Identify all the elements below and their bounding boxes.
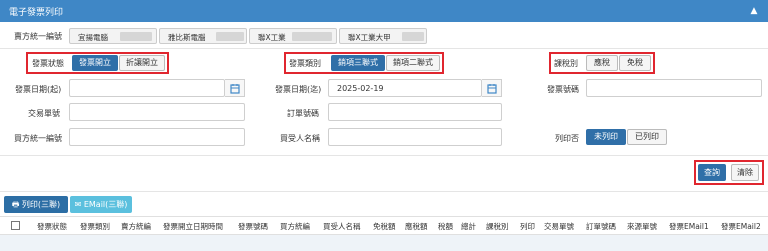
date-end-value: 2025-02-19	[337, 84, 384, 93]
col-header[interactable]: 買方統編	[280, 221, 310, 232]
print-status-label: 列印否	[555, 134, 579, 143]
divider	[0, 191, 768, 192]
type-duplicate-button[interactable]: 銷項二聯式	[386, 55, 440, 71]
status-label: 發票狀態	[32, 59, 64, 68]
panel-header: 電子發票列印 ▲	[0, 0, 768, 22]
txn-no-label: 交易單號	[28, 109, 60, 118]
clear-button[interactable]: 清除	[731, 164, 759, 181]
table-body	[0, 235, 768, 251]
date-end-label: 發票日期(迄)	[275, 85, 322, 94]
type-triplicate-button[interactable]: 銷項三聯式	[331, 55, 385, 71]
date-end-input[interactable]: 2025-02-19	[328, 79, 482, 97]
order-no-input[interactable]	[328, 103, 502, 121]
col-header[interactable]: 賣方統編	[121, 221, 151, 232]
seller-tab-0[interactable]: 宜揚電腦	[69, 28, 157, 44]
divider	[0, 48, 768, 49]
invoice-no-input[interactable]	[586, 79, 762, 97]
buyer-tax-input[interactable]	[69, 128, 245, 146]
col-header[interactable]: 發票EMail1	[669, 221, 709, 232]
txn-no-input[interactable]	[69, 103, 245, 121]
col-header[interactable]: 來源單號	[627, 221, 657, 232]
seller-label: 賣方統一編號	[14, 32, 62, 41]
query-button[interactable]: 查詢	[698, 164, 726, 181]
page-title: 電子發票列印	[9, 8, 64, 18]
col-header[interactable]: 買受人名稱	[323, 221, 361, 232]
chevron-up-icon[interactable]: ▲	[748, 5, 760, 17]
col-header[interactable]: 列印	[520, 221, 535, 232]
col-header[interactable]: 免稅額	[373, 221, 396, 232]
select-all-checkbox[interactable]	[11, 221, 20, 230]
col-header[interactable]: 總計	[461, 221, 476, 232]
buyer-name-label: 買受人名稱	[280, 134, 320, 143]
email-button[interactable]: ✉ EMail(三聯)	[70, 196, 132, 213]
divider	[0, 155, 768, 156]
col-header[interactable]: 訂單號碼	[586, 221, 616, 232]
col-header[interactable]: 應稅額	[405, 221, 428, 232]
col-header[interactable]: 發票開立日期時間	[163, 221, 223, 232]
order-no-label: 訂單號碼	[287, 109, 319, 118]
col-header[interactable]: 發票狀態	[37, 221, 67, 232]
status-issued-button[interactable]: 發票開立	[72, 55, 118, 71]
col-header[interactable]: 發票號碼	[238, 221, 268, 232]
buyer-name-input[interactable]	[328, 128, 502, 146]
tax-label: 課稅別	[554, 59, 578, 68]
print-printed-button[interactable]: 已列印	[627, 129, 667, 145]
col-header[interactable]: 發票EMail2	[721, 221, 761, 232]
seller-tab-1[interactable]: 雅比斯電腦	[159, 28, 247, 44]
date-start-label: 發票日期(起)	[15, 85, 62, 94]
col-header[interactable]: 交易單號	[544, 221, 574, 232]
tax-taxable-button[interactable]: 應稅	[586, 55, 618, 71]
invoice-no-label: 發票號碼	[547, 85, 579, 94]
status-allowance-button[interactable]: 折讓開立	[119, 55, 165, 71]
col-header[interactable]: 發票類別	[80, 221, 110, 232]
envelope-icon: ✉	[74, 200, 82, 209]
calendar-icon[interactable]	[225, 79, 245, 97]
print-unprinted-button[interactable]: 未列印	[586, 129, 626, 145]
seller-tab-3[interactable]: 聯X工業大甲	[339, 28, 427, 44]
print-button[interactable]: 🖶 列印(三聯)	[4, 196, 68, 213]
type-label: 發票類別	[289, 59, 321, 68]
calendar-icon[interactable]	[482, 79, 502, 97]
tax-exempt-button[interactable]: 免稅	[619, 55, 651, 71]
printer-icon: 🖶	[11, 200, 20, 209]
date-start-input[interactable]	[69, 79, 225, 97]
col-header[interactable]: 稅額	[438, 221, 453, 232]
seller-tab-2[interactable]: 聯X工業	[249, 28, 337, 44]
col-header[interactable]: 課稅別	[486, 221, 509, 232]
buyer-tax-label: 買方統一編號	[14, 134, 62, 143]
